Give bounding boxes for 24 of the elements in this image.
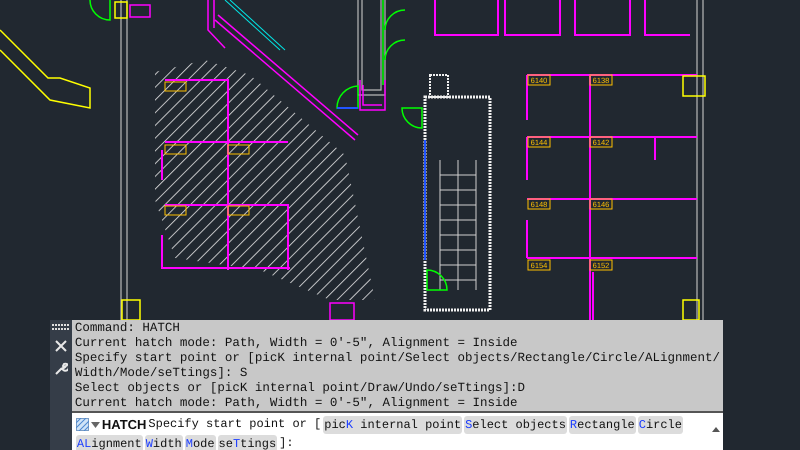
scroll-up-icon[interactable]: [712, 427, 720, 432]
command-suffix: ]:: [279, 435, 294, 450]
history-line: Specify start point or [picK internal point/Select objects/Rectangle/Circle/ALignment/: [74, 351, 720, 366]
command-option[interactable]: Circle: [638, 416, 683, 434]
caret-icon[interactable]: [90, 422, 100, 428]
command-prompt: Specify start point or [: [148, 416, 322, 433]
history-line: Select objects or [picK internal point/Draw/Undo/seTtings]:D: [74, 381, 526, 396]
command-name: HATCH: [102, 416, 146, 434]
wrench-icon[interactable]: [54, 362, 68, 376]
close-icon[interactable]: [54, 340, 67, 352]
command-option[interactable]: picK internal point: [323, 416, 462, 434]
command-input[interactable]: HATCH Specify start point or [ picK internal point Select objects Rectangle Circle ALignment Width Mode seTtings ]:: [72, 411, 723, 450]
history-line: Command: HATCH: [74, 321, 181, 336]
history-line: Current hatch mode: Path, Width = 0'-5", Alignment = Inside: [74, 396, 518, 411]
history-line: Current hatch mode: Path, Width = 0'-5", Alignment = Inside: [74, 336, 518, 351]
command-option[interactable]: ALignment: [76, 434, 143, 450]
hatch-icon[interactable]: [76, 418, 89, 431]
command-option[interactable]: Width: [144, 434, 183, 450]
command-option[interactable]: Rectangle: [568, 416, 636, 434]
history-line: Width/Mode/seTtings]: S: [74, 366, 248, 381]
command-option[interactable]: Select objects: [464, 416, 567, 434]
command-option[interactable]: Mode: [184, 434, 216, 450]
command-option[interactable]: seTtings: [218, 434, 278, 450]
grip-icon[interactable]: [52, 324, 70, 330]
